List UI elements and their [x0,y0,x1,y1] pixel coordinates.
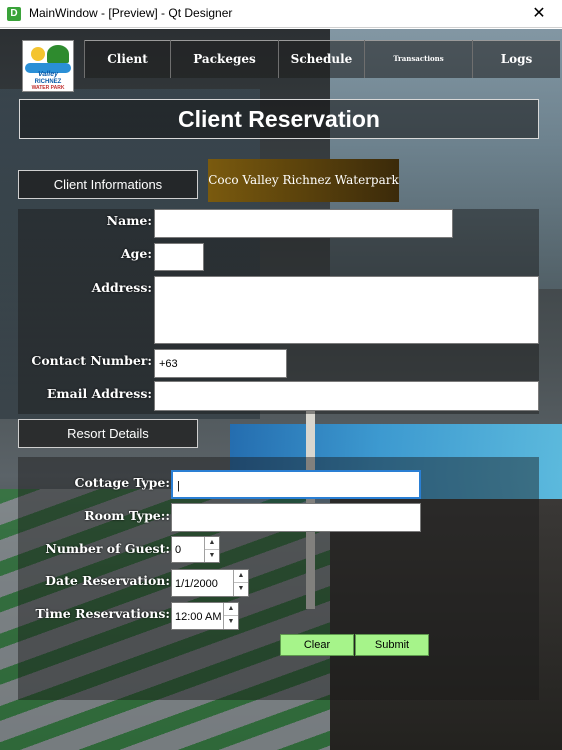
page-title: Client Reservation [19,99,539,139]
contact-number-field[interactable]: +63 [154,349,287,378]
name-field[interactable] [154,209,453,238]
client-informations-button[interactable]: Client Informations [18,170,198,199]
date-down-icon[interactable]: ▼ [234,583,248,596]
room-type-label: Room Type:: [84,508,170,523]
time-down-icon[interactable]: ▼ [224,616,238,629]
window-titlebar: D MainWindow - [Preview] - Qt Designer ✕ [0,0,562,28]
room-type-field[interactable] [171,503,421,532]
time-arrows: ▲ ▼ [223,603,238,629]
date-up-icon[interactable]: ▲ [234,570,248,583]
nav-transactions-button[interactable]: Transactions [364,40,472,78]
date-reservation-value: 1/1/2000 [175,578,218,590]
panel-bottom-strip [18,686,539,700]
brand-label: Coco Valley Richnez Waterpark [208,159,399,202]
resort-details-button[interactable]: Resort Details [18,419,198,448]
age-field[interactable] [154,243,204,271]
email-address-field[interactable] [154,381,539,411]
date-reservation-label: Date Reservation: [45,573,170,588]
cottage-type-label: Cottage Type: [74,475,170,490]
spin-down-icon[interactable]: ▼ [205,550,219,563]
time-reservations-label: Time Reservations: [35,606,170,621]
age-label: Age: [120,246,152,261]
time-reservations-picker[interactable]: 12:00 AM ▲ ▼ [171,602,239,630]
spin-arrows: ▲ ▼ [204,537,219,562]
number-of-guest-spinbox[interactable]: 0 ▲ ▼ [171,536,220,563]
nav-client-button[interactable]: Client [84,40,170,78]
clear-button[interactable]: Clear [280,634,354,656]
date-arrows: ▲ ▼ [233,570,248,596]
qt-designer-app-icon: D [7,7,21,21]
waterpark-logo: Valley RICHNEZ WATER PARK [22,40,74,92]
contact-number-label: Contact Number: [31,353,152,368]
nav-schedule-button[interactable]: Schedule [278,40,364,78]
window-title: MainWindow - [Preview] - Qt Designer [29,6,233,20]
nav-logs-button[interactable]: Logs [472,40,560,78]
logo-text-valley: Valley [38,71,58,78]
submit-button[interactable]: Submit [355,634,429,656]
name-label: Name: [106,213,152,228]
address-field[interactable] [154,276,539,344]
number-of-guest-label: Number of Guest: [45,541,170,556]
number-of-guest-value: 0 [175,544,182,556]
cottage-type-field[interactable]: | [171,470,421,499]
time-up-icon[interactable]: ▲ [224,603,238,616]
close-icon[interactable]: ✕ [516,0,562,28]
time-reservations-value: 12:00 AM [175,611,222,623]
logo-text-waterpark: WATER PARK [31,85,65,91]
palm-tree-icon [47,45,69,63]
spin-up-icon[interactable]: ▲ [205,537,219,550]
sun-icon [31,47,45,61]
date-reservation-picker[interactable]: 1/1/2000 ▲ ▼ [171,569,249,597]
email-address-label: Email Address: [46,386,152,401]
address-label: Address: [91,280,152,295]
nav-packages-button[interactable]: Packeges [170,40,278,78]
